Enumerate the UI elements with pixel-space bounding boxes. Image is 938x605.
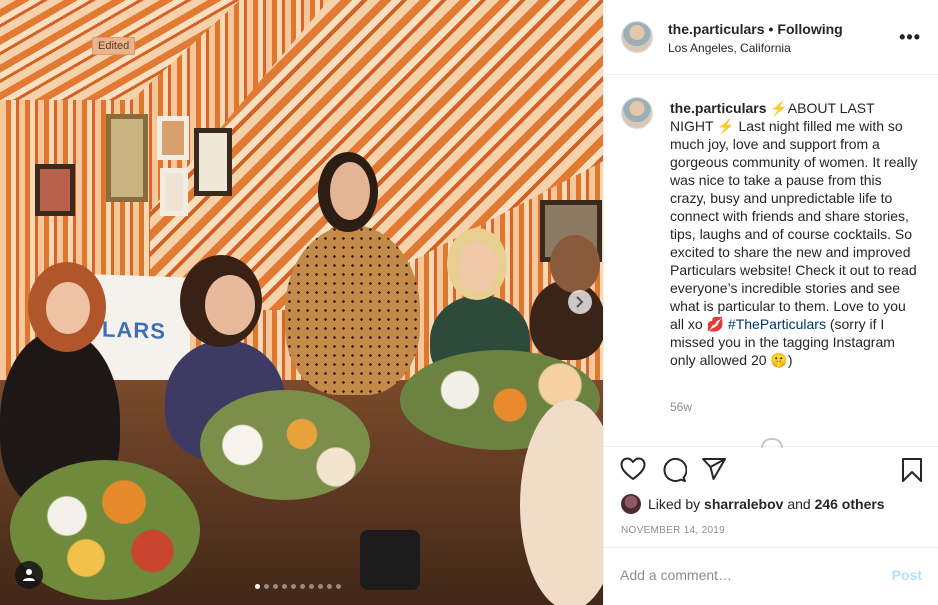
wall-painting [106, 114, 148, 202]
separator-dot: • [768, 21, 774, 37]
carousel-dot [300, 584, 305, 589]
carousel-dot [336, 584, 341, 589]
post-comment-button[interactable]: Post [892, 567, 922, 583]
post-header-user: the.particulars • Following [668, 21, 843, 37]
save-button[interactable] [901, 457, 923, 488]
paper-plane-icon [702, 458, 726, 480]
seated-woman-far-right-head [550, 235, 600, 293]
liker-avatar[interactable] [621, 494, 641, 514]
seated-woman-right-face [458, 242, 498, 292]
post-side-panel: the.particulars • Following Los Angeles, C… [603, 0, 938, 605]
flower-arrangement [200, 390, 370, 500]
caption-username-link[interactable]: the.particulars [670, 100, 766, 116]
more-icon: ••• [899, 27, 921, 47]
tagged-users-button[interactable] [15, 561, 43, 589]
like-button[interactable] [620, 457, 646, 486]
wall-painting [160, 168, 188, 216]
seated-woman-far-right [530, 280, 603, 360]
avatar[interactable] [621, 21, 653, 53]
standing-woman [285, 225, 420, 395]
carousel-indicator [255, 584, 341, 589]
carousel-next-button[interactable] [568, 290, 592, 314]
location-link[interactable]: Los Angeles, California [668, 41, 791, 55]
comment-input[interactable] [620, 567, 870, 583]
banner-text: LARS [102, 316, 166, 344]
hashtag-link[interactable]: #TheParticulars [728, 316, 826, 332]
standing-woman-face [330, 162, 370, 220]
likes-prefix: Liked by [648, 496, 701, 512]
carousel-dot [291, 584, 296, 589]
action-bar [604, 457, 938, 487]
wall-painting [35, 164, 75, 216]
carousel-dot [309, 584, 314, 589]
caption-text: the.particulars ⚡ABOUT LAST NIGHT ⚡ Last… [670, 99, 920, 369]
chevron-right-icon [576, 296, 584, 308]
carousel-dot [282, 584, 287, 589]
comment-button[interactable] [661, 457, 688, 488]
caption-timestamp[interactable]: 56w [670, 400, 692, 414]
edited-badge: Edited [92, 37, 136, 55]
seated-woman-left-face [46, 282, 90, 334]
carousel-dot [255, 584, 260, 589]
carousel-dot [273, 584, 278, 589]
carousel-dot [264, 584, 269, 589]
following-button[interactable]: Following [777, 21, 842, 37]
loading-spinner-icon [761, 438, 783, 448]
post-header: the.particulars • Following Los Angeles, C… [604, 0, 938, 75]
share-button[interactable] [701, 457, 727, 486]
wall-painting [194, 128, 232, 196]
wall-painting [157, 116, 189, 160]
post-date[interactable]: NOVEMBER 14, 2019 [621, 525, 725, 536]
heart-icon [620, 457, 646, 480]
table-item [360, 530, 420, 590]
carousel-dot [318, 584, 323, 589]
caption-body: ⚡ABOUT LAST NIGHT ⚡ Last night filled me… [670, 100, 918, 332]
person-icon [23, 569, 35, 581]
likes-summary: Liked by sharralebov and 246 others [621, 494, 885, 514]
carousel-dot [327, 584, 332, 589]
comment-form: Post [604, 547, 938, 605]
seated-woman-middle-face [205, 275, 255, 335]
liker-username-link[interactable]: sharralebov [704, 496, 783, 512]
likes-others-link[interactable]: 246 others [815, 496, 885, 512]
caption-section: the.particulars ⚡ABOUT LAST NIGHT ⚡ Last… [604, 75, 938, 448]
more-options-button[interactable]: ••• [899, 27, 921, 48]
avatar[interactable] [621, 97, 653, 129]
bookmark-icon [902, 458, 922, 482]
username-link[interactable]: the.particulars [668, 21, 764, 37]
likes-conjunction: and [787, 496, 811, 512]
comment-bubble-icon [663, 458, 688, 482]
post-photo[interactable]: LARS Edited [0, 0, 603, 605]
